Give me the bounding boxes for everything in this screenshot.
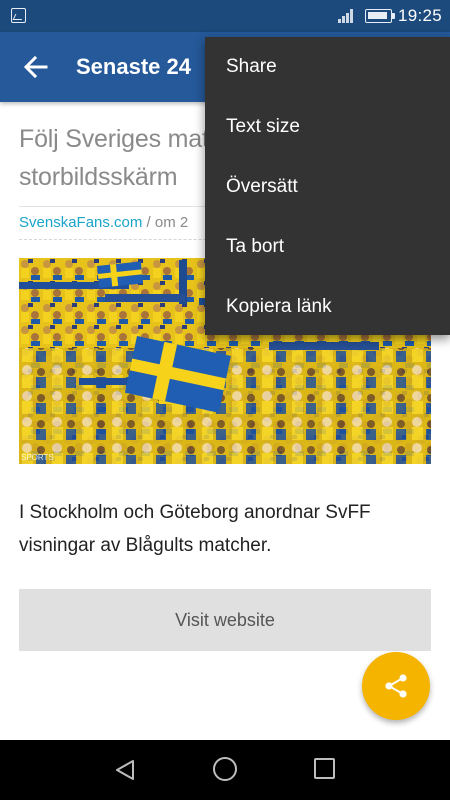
menu-item-share[interactable]: Share (205, 37, 450, 97)
menu-item-copy-link[interactable]: Kopiera länk (205, 277, 450, 337)
image-credit: SPORTS (21, 453, 54, 462)
overflow-menu: Share Text size Översätt Ta bort Kopiera… (205, 37, 450, 335)
source-link[interactable]: SvenskaFans.com (19, 214, 142, 231)
source-separator: / om 2 (142, 214, 189, 231)
arrow-left-icon[interactable] (18, 49, 54, 85)
system-nav-bar (0, 740, 450, 800)
status-bar: 19:25 (0, 0, 450, 32)
gallery-notification-icon (11, 8, 26, 23)
article-body: I Stockholm och Göteborg anordnar SvFF v… (19, 502, 371, 556)
menu-item-delete[interactable]: Ta bort (205, 217, 450, 277)
menu-item-text-size[interactable]: Text size (205, 97, 450, 157)
share-fab-button[interactable] (362, 652, 430, 720)
battery-icon (365, 9, 395, 23)
share-icon (385, 674, 407, 698)
status-time: 19:25 (398, 6, 443, 25)
back-triangle-icon[interactable] (113, 758, 137, 782)
app-title: Senaste 24 (76, 54, 191, 79)
signal-icon (338, 9, 356, 23)
home-circle-icon[interactable] (213, 757, 237, 781)
recents-square-icon[interactable] (314, 758, 335, 779)
menu-item-translate[interactable]: Översätt (205, 157, 450, 217)
visit-website-button[interactable]: Visit website (19, 589, 431, 651)
